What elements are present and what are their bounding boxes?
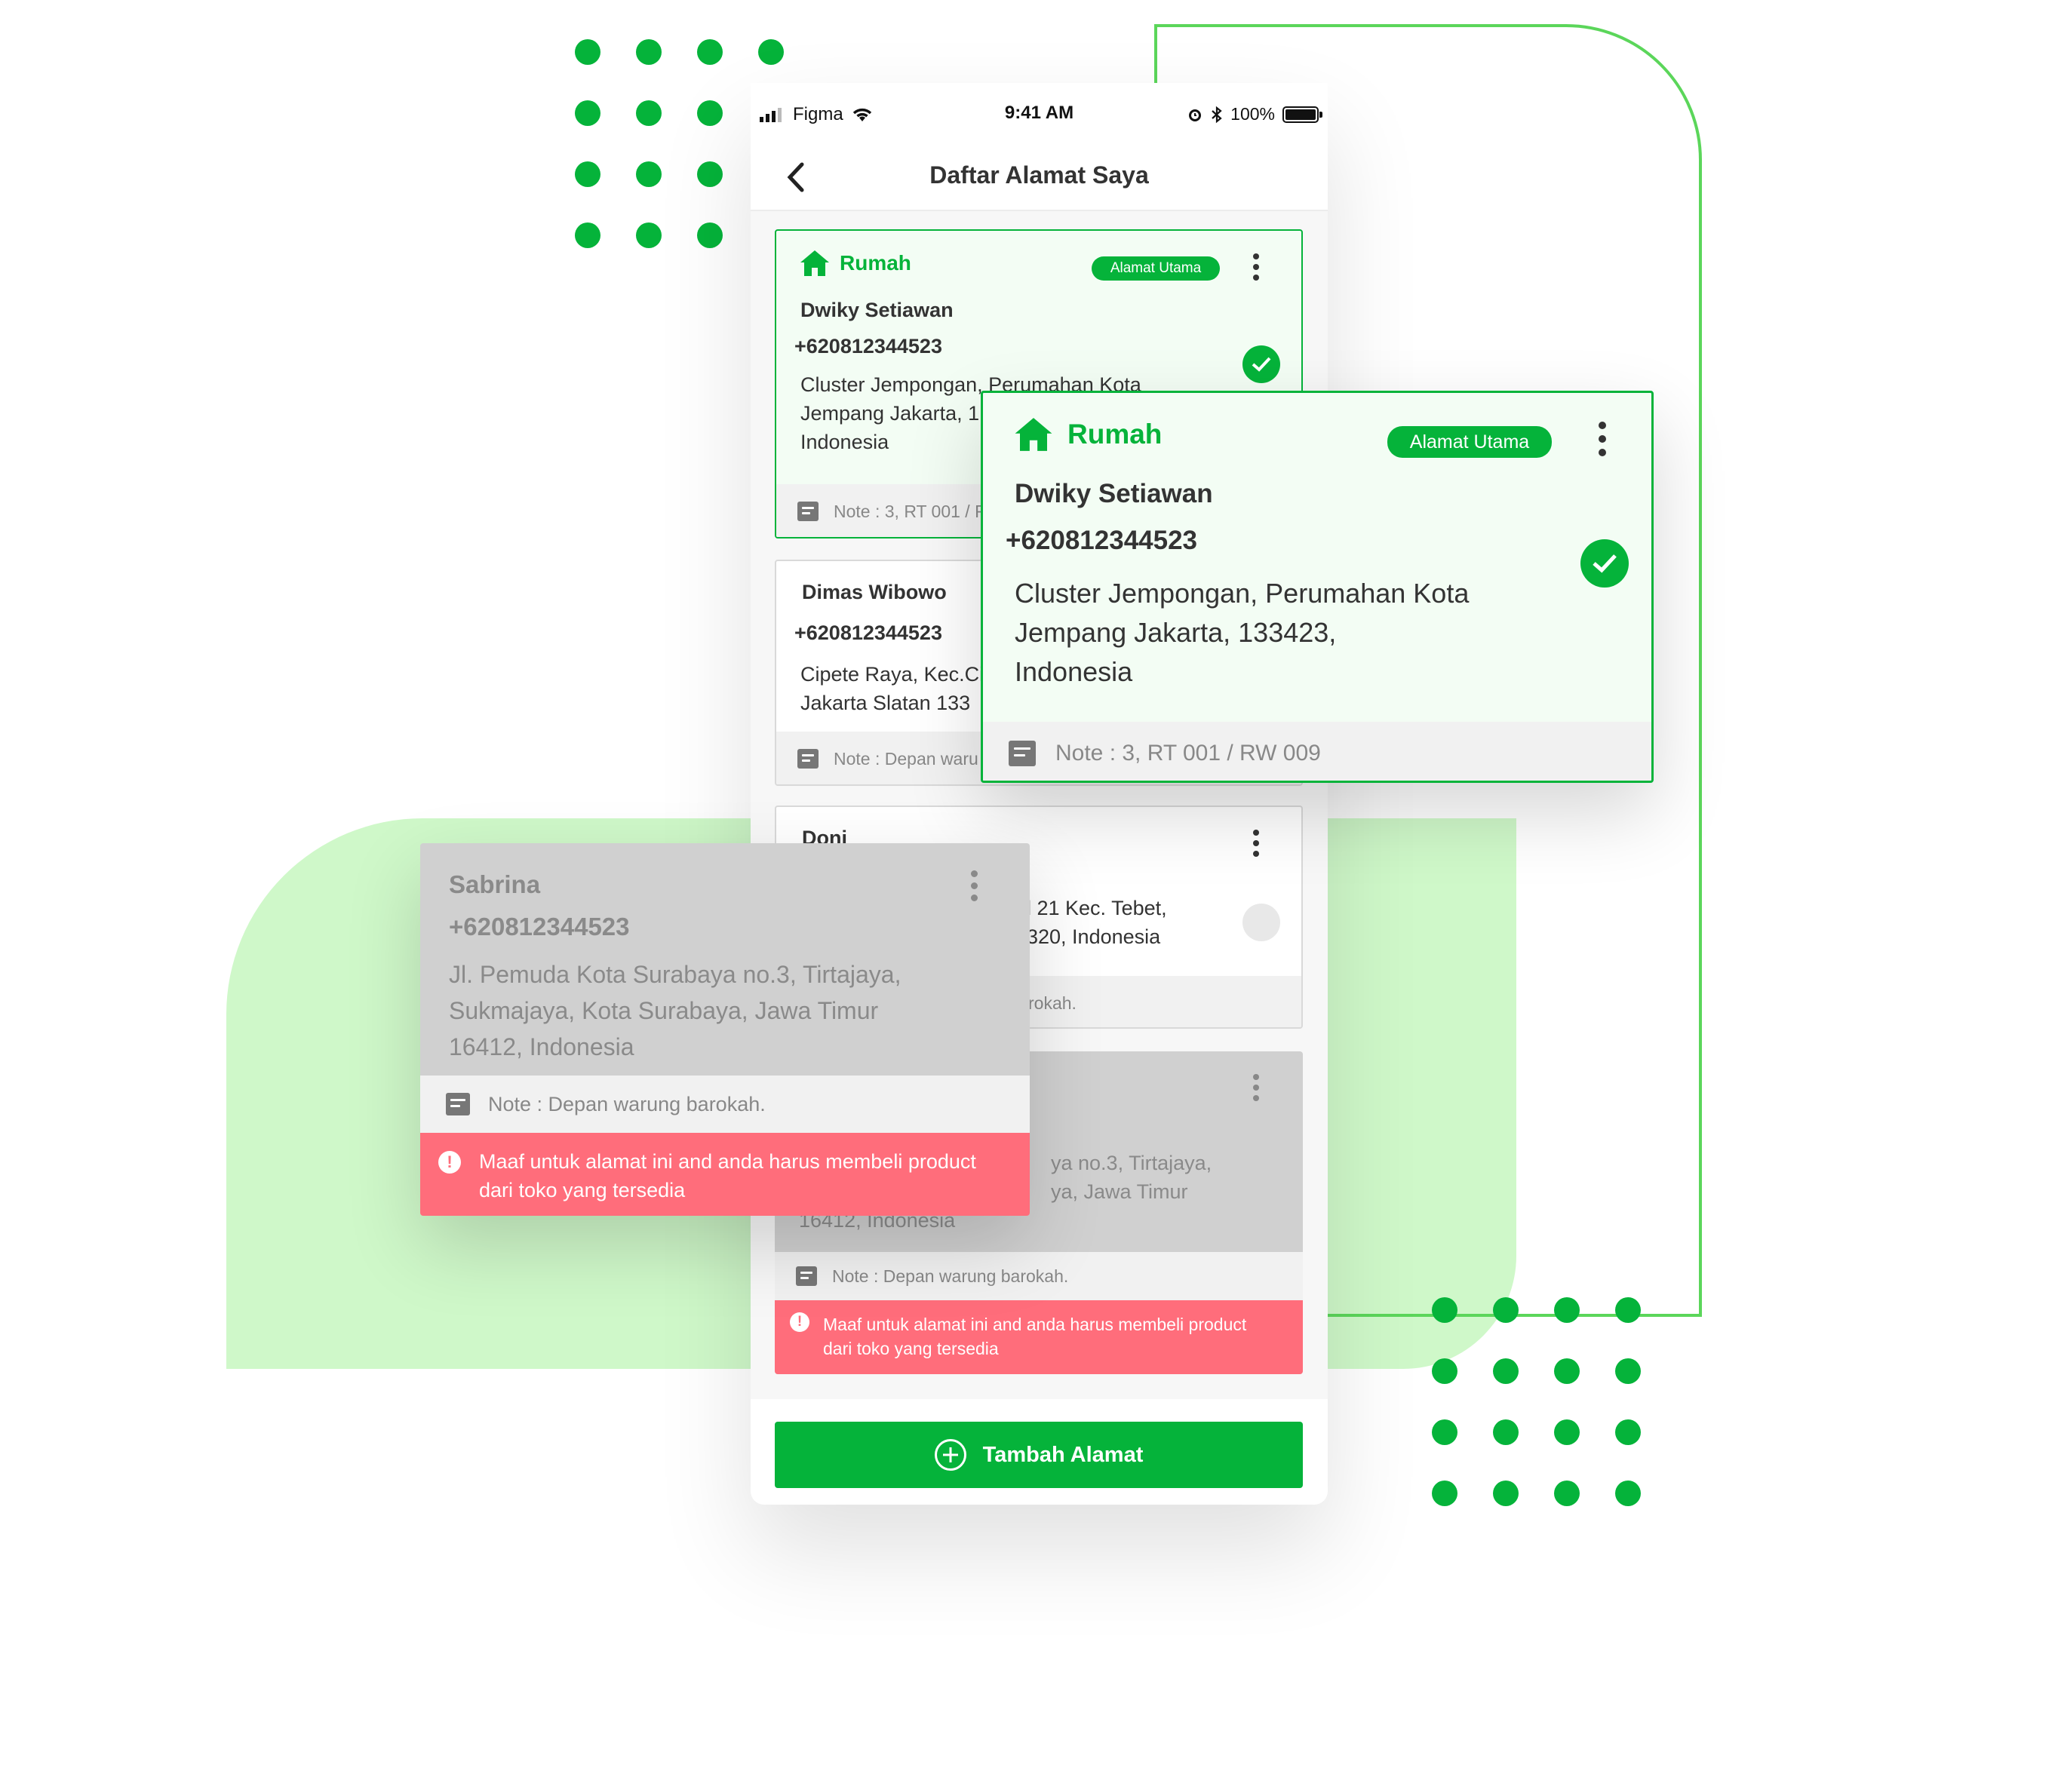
status-right: 100% [1187,104,1322,124]
primary-address-badge: Alamat Utama [1387,426,1552,458]
kebab-menu-icon[interactable] [1599,422,1606,456]
recipient-phone: +620812344523 [794,335,942,357]
recipient-name: Dimas Wibowo [802,581,947,603]
note-icon [1009,741,1036,766]
recipient-name: Dwiky Setiawan [800,299,954,321]
check-circle-icon[interactable] [1242,345,1280,383]
address-note: Note : Depan warung barokah. [488,1092,766,1115]
note-icon [796,1266,817,1286]
address-text: Jl. Pemuda Kota Surabaya no.3, Tirtajaya… [449,956,901,1065]
zoomed-disabled-card: Sabrina +620812344523 Jl. Pemuda Kota Su… [420,843,1030,1216]
address-line-3: Indonesia [1015,656,1133,688]
recipient-phone: +620812344523 [794,621,942,644]
radio-unselected[interactable] [1242,904,1280,941]
address-text: Cluster Jempongan, Perumahan Kota Jempan… [1015,574,1469,692]
recipient-name: Sabrina [449,870,541,898]
address-note: Note : Depan waru [834,748,978,769]
address-note: rokah. [1028,993,1077,1013]
error-message: ! Maaf untuk alamat ini and anda harus m… [775,1300,1303,1374]
note-bar: Note : Depan warung barokah. [775,1252,1303,1300]
address-line-3: 16412, Indonesia [449,1033,634,1060]
kebab-menu-icon[interactable] [1253,1074,1259,1101]
kebab-menu-icon[interactable] [1253,253,1259,281]
primary-address-badge: Alamat Utama [1092,256,1220,281]
error-text: Maaf untuk alamat ini and anda harus mem… [479,1148,976,1201]
address-note: Note : Depan warung barokah. [832,1266,1069,1286]
battery-percent: 100% [1230,104,1275,124]
recipient-phone: +620812344523 [449,913,630,940]
address-line-2: Jakarta Slatan 133 [800,691,971,714]
address-line-2: Jempang Jakarta, 133423, [1015,617,1337,649]
bluetooth-icon [1212,106,1222,123]
error-message: ! Maaf untuk alamat ini and anda harus m… [420,1133,1030,1216]
error-line-1: Maaf untuk alamat ini and anda harus mem… [479,1150,976,1173]
address-text: l 21 Kec. Tebet, 320, Indonesia [1027,894,1167,952]
note-bar: Note : Depan warung barokah. [420,1076,1030,1133]
add-address-label: Tambah Alamat [982,1442,1144,1467]
decorative-dots-bottom [1432,1297,1641,1506]
address-label: Rumah [1067,419,1163,450]
presentation-canvas: Figma 9:41 AM 100% Daftar Alamat Saya Ru… [0,0,2061,1792]
note-icon [797,502,819,521]
error-icon: ! [438,1151,461,1174]
add-address-button[interactable]: Tambah Alamat [775,1422,1303,1488]
address-line-1: Jl. Pemuda Kota Surabaya no.3, Tirtajaya… [449,961,901,988]
note-icon [797,749,819,769]
page-title: Daftar Alamat Saya [929,161,1149,189]
top-navigation: Daftar Alamat Saya [751,143,1328,211]
kebab-menu-icon[interactable] [1253,830,1259,857]
address-text: Cipete Raya, Kec.Ci Jakarta Slatan 133 [800,661,984,718]
error-line-1: Maaf untuk alamat ini and anda harus mem… [823,1315,1247,1334]
alarm-icon [1189,109,1202,121]
error-icon: ! [790,1312,809,1332]
battery-icon [1282,106,1322,123]
error-text: Maaf untuk alamat ini and anda harus mem… [823,1312,1246,1362]
address-line-1: l 21 Kec. Tebet, [1027,897,1167,919]
address-line-1: Cipete Raya, Kec.Ci [800,663,984,686]
recipient-phone: +620812344523 [1006,526,1198,555]
recipient-name: Dwiky Setiawan [1015,479,1213,508]
bottom-action-bar: Tambah Alamat [751,1399,1328,1505]
address-line-1: Cluster Jempongan, Perumahan Kota [1015,578,1470,609]
home-icon [1015,418,1052,451]
address-line-2: Sukmajaya, Kota Surabaya, Jawa Timur [449,997,879,1024]
phone-screen: Figma 9:41 AM 100% Daftar Alamat Saya Ru… [751,83,1328,1505]
error-line-2: dari toko yang tersedia [823,1339,999,1359]
status-bar: Figma 9:41 AM 100% [751,83,1328,143]
note-bar: Note : 3, RT 001 / RW 009 [983,722,1651,781]
note-icon [446,1093,470,1115]
kebab-menu-icon[interactable] [971,870,978,901]
address-note: Note : 3, RT 001 / R [834,501,987,521]
address-label: Rumah [840,251,911,275]
check-circle-icon[interactable] [1580,539,1629,588]
plus-circle-icon [934,1439,966,1471]
error-line-2: dari toko yang tersedia [479,1178,686,1201]
address-line-2: 320, Indonesia [1027,925,1161,948]
home-icon [800,250,829,276]
address-label-row: Rumah [799,249,911,278]
zoomed-primary-card[interactable]: Rumah Alamat Utama Dwiky Setiawan +62081… [981,391,1654,783]
address-note: Note : 3, RT 001 / RW 009 [1055,741,1321,766]
address-label-row: Rumah [1013,416,1162,453]
